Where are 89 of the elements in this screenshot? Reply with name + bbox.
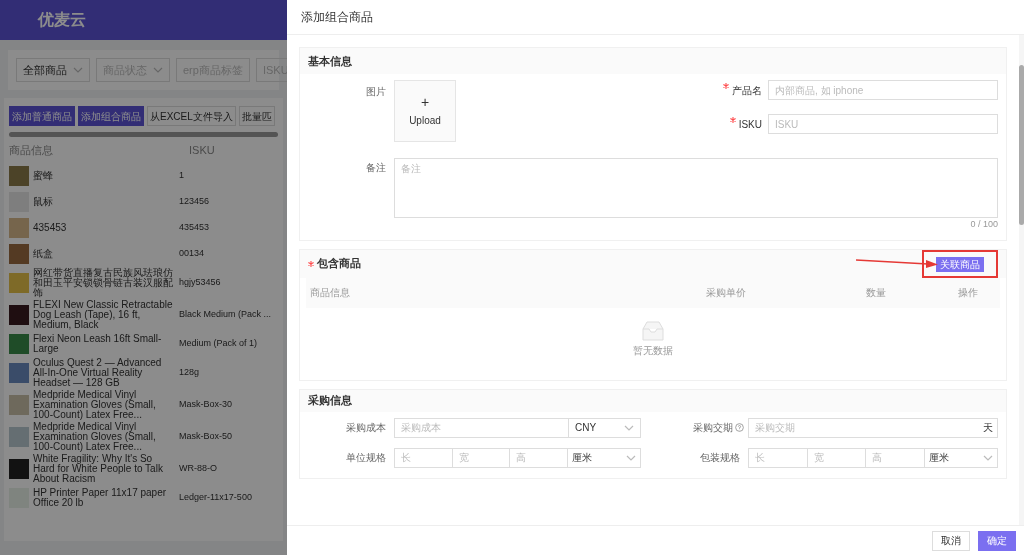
lead-time-field[interactable]: 采购交期 天 <box>748 417 998 438</box>
currency-value: CNY <box>575 421 597 435</box>
column-header: 商品信息 <box>309 286 351 300</box>
product-thumbnail <box>9 305 29 325</box>
field-label: ISKU <box>738 117 762 132</box>
unit-value: 厘米 <box>929 451 949 465</box>
chevron-down-icon <box>983 454 993 461</box>
action-button[interactable]: 添加组合商品 <box>78 106 144 126</box>
chevron-down-icon <box>624 424 634 431</box>
isku-cell: Black Medium (Pack ... <box>179 308 272 322</box>
section-title: 包含商品 <box>317 256 361 272</box>
dimension-input[interactable]: 宽 <box>452 448 511 467</box>
isku-cell: 128g <box>179 366 200 380</box>
isku-cell: hgjy53456 <box>179 276 221 290</box>
field-label: 产品名 <box>732 83 762 98</box>
product-name: Medpride Medical Vinyl Examination Gloves (Small, 100-Count) Latex Free... <box>33 422 157 452</box>
chevron-down-icon <box>153 67 163 73</box>
drawer-title: 添加组合商品 <box>301 9 373 26</box>
product-name: 435453 <box>33 223 68 233</box>
isku-cell: Mask-Box-50 <box>179 430 232 444</box>
field-label: 采购成本 <box>345 421 387 435</box>
product-name: HP Printer Paper 11x17 paper Office 20 lb <box>33 488 168 508</box>
field-label: 单位规格 <box>345 451 387 465</box>
field-label: 包装规格 <box>699 451 741 465</box>
product-thumbnail <box>9 244 29 264</box>
field-label: 备注 <box>365 161 387 175</box>
dimension-input[interactable]: 长 <box>749 448 808 467</box>
chevron-down-icon <box>73 67 83 73</box>
confirm-button[interactable]: 确定 <box>978 530 1016 551</box>
unit-suffix: 天 <box>983 421 993 435</box>
isku-cell: WR-88-O <box>179 462 217 476</box>
unit-value: 厘米 <box>572 451 592 465</box>
column-header: 采购单价 <box>705 286 747 300</box>
remark-textarea[interactable]: 备注 <box>394 158 998 218</box>
chevron-down-icon <box>626 454 636 461</box>
dimension-input[interactable]: 长 <box>395 448 453 467</box>
product-thumbnail <box>9 273 29 293</box>
isku-cell: Medium (Pack of 1) <box>179 337 258 351</box>
product-name: 鼠标 <box>33 197 54 207</box>
product-thumbnail <box>9 459 29 479</box>
empty-inbox-icon <box>639 321 667 341</box>
action-button[interactable]: 从EXCEL文件导入 <box>147 106 236 126</box>
isku-cell: 00134 <box>179 247 205 261</box>
product-name: FLEXI New Classic Retractable Dog Leash (Tape), 16 ft, Medium, Black <box>33 300 174 330</box>
field-label: 采购交期 <box>692 421 734 435</box>
dimension-input[interactable]: 宽 <box>807 448 867 467</box>
empty-text: 暂无数据 <box>633 344 673 358</box>
filter-select[interactable]: 全部商品 <box>16 58 90 82</box>
isku-cell: 435453 <box>179 221 210 235</box>
unit-select[interactable]: 厘米 <box>925 448 997 467</box>
text-input[interactable]: ISKU <box>768 114 998 134</box>
product-thumbnail <box>9 427 29 447</box>
product-name: Oculus Quest 2 — Advanced All-In-One Virtual Reality Headset — 128 GB <box>33 358 163 388</box>
product-name: White Fragility: Why It's So Hard for White People to Talk About Racism <box>33 454 164 484</box>
lead-time-input[interactable]: 采购交期 <box>749 420 983 435</box>
unit-select[interactable]: 厘米 <box>568 448 640 467</box>
isku-cell: Mask-Box-30 <box>179 398 232 412</box>
isku-cell: Ledger-11x17-500 <box>179 491 252 505</box>
cancel-button[interactable]: 取消 <box>932 530 970 551</box>
section-title: 基本信息 <box>308 53 352 69</box>
product-thumbnail <box>9 395 29 415</box>
product-name: Medpride Medical Vinyl Examination Gloves (Small, 100-Count) Latex Free... <box>33 390 157 420</box>
dimension-input[interactable]: 高 <box>510 448 568 467</box>
dimension-input[interactable]: 高 <box>866 448 925 467</box>
currency-select[interactable]: CNY <box>568 418 640 437</box>
isku-cell: 123456 <box>179 195 210 209</box>
field-label: 图片 <box>365 85 387 99</box>
product-thumbnail <box>9 166 29 186</box>
help-icon <box>735 423 744 432</box>
cost-input[interactable]: 采购成本 <box>395 418 568 437</box>
isku-cell: 1 <box>179 169 184 183</box>
action-button[interactable]: 批量匹 <box>238 106 275 126</box>
column-header: 操作 <box>957 286 979 300</box>
column-header: 数量 <box>865 286 887 300</box>
action-button[interactable]: 添加普通商品 <box>9 106 75 126</box>
product-thumbnail <box>9 218 29 238</box>
product-name: Flexi Neon Leash 16ft Small-Large <box>33 334 163 354</box>
cost-field[interactable]: 采购成本 CNY <box>394 417 641 438</box>
column-header: ISKU <box>189 142 215 158</box>
product-name: 纸盒 <box>33 249 54 259</box>
product-name: 网红带货直播复古民族风珐琅仿和田玉平安锁锁骨链古装汉服配饰 <box>33 268 174 298</box>
app-logo: 优麦云 <box>38 10 86 30</box>
link-products-button[interactable]: 关联商品 <box>936 256 984 272</box>
product-name: 蜜蜂 <box>33 171 54 181</box>
product-thumbnail <box>9 334 29 354</box>
section-title: 采购信息 <box>308 393 352 409</box>
product-thumbnail <box>9 363 29 383</box>
upload-button[interactable]: + Upload <box>394 80 456 142</box>
character-counter: 0 / 100 <box>970 218 998 231</box>
